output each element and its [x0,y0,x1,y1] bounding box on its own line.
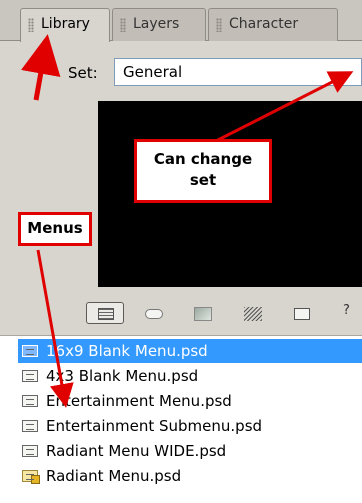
file-name: 16x9 Blank Menu.psd [46,342,208,360]
list-item[interactable]: Entertainment Submenu.psd [18,414,362,438]
menu-file-icon [22,445,38,457]
annotation-line: set [189,171,217,189]
annotation-menus: Menus [18,212,92,246]
panel-tab-bar: Library Layers Character [0,0,362,42]
file-name: Entertainment Submenu.psd [46,417,263,435]
annotation-can-change-set: Can change set [134,139,272,203]
menu-file-icon [22,420,38,432]
more-icon[interactable]: ? [343,303,353,321]
tab-grip-icon [28,18,34,32]
tab-grip-icon [216,18,222,32]
menu-file-icon [22,370,38,382]
file-name: Entertainment Menu.psd [46,392,232,410]
menu-file-icon [22,345,38,357]
file-list: 16x9 Blank Menu.psd 4x3 Blank Menu.psd E… [0,335,362,503]
tab-layers[interactable]: Layers [112,8,206,41]
stripe-pattern-icon[interactable] [244,307,262,321]
oval-shape-icon[interactable] [145,309,163,319]
set-label: Set: [68,64,98,82]
file-name: Radiant Menu.psd [46,467,182,485]
list-item[interactable]: 16x9 Blank Menu.psd [18,339,362,363]
set-dropdown[interactable]: General [114,58,362,86]
file-name: Radiant Menu WIDE.psd [46,442,227,460]
library-panel: Library Layers Character Set: General ? … [0,0,362,503]
library-toolbar: ? [0,296,362,332]
tab-library[interactable]: Library [20,8,110,42]
list-item[interactable]: Radiant Menu.psd [18,464,362,488]
annotation-line: Can change [153,150,253,168]
tab-grip-icon [120,18,126,32]
list-item[interactable]: Entertainment Menu.psd [18,389,362,413]
list-item[interactable]: Radiant Menu WIDE.psd [18,439,362,463]
arrow-to-library-tab [21,34,61,101]
file-name: 4x3 Blank Menu.psd [46,367,199,385]
tab-label: Character [229,16,299,32]
tab-character[interactable]: Character [208,8,338,41]
picture-icon[interactable] [194,307,212,321]
list-item[interactable]: 4x3 Blank Menu.psd [18,364,362,388]
menu-file-icon [22,395,38,407]
list-view-icon[interactable] [86,302,124,324]
menu-file-special-icon [22,470,40,484]
tab-label: Library [41,16,90,32]
tab-label: Layers [133,16,180,32]
folder-box-icon[interactable] [294,308,310,320]
